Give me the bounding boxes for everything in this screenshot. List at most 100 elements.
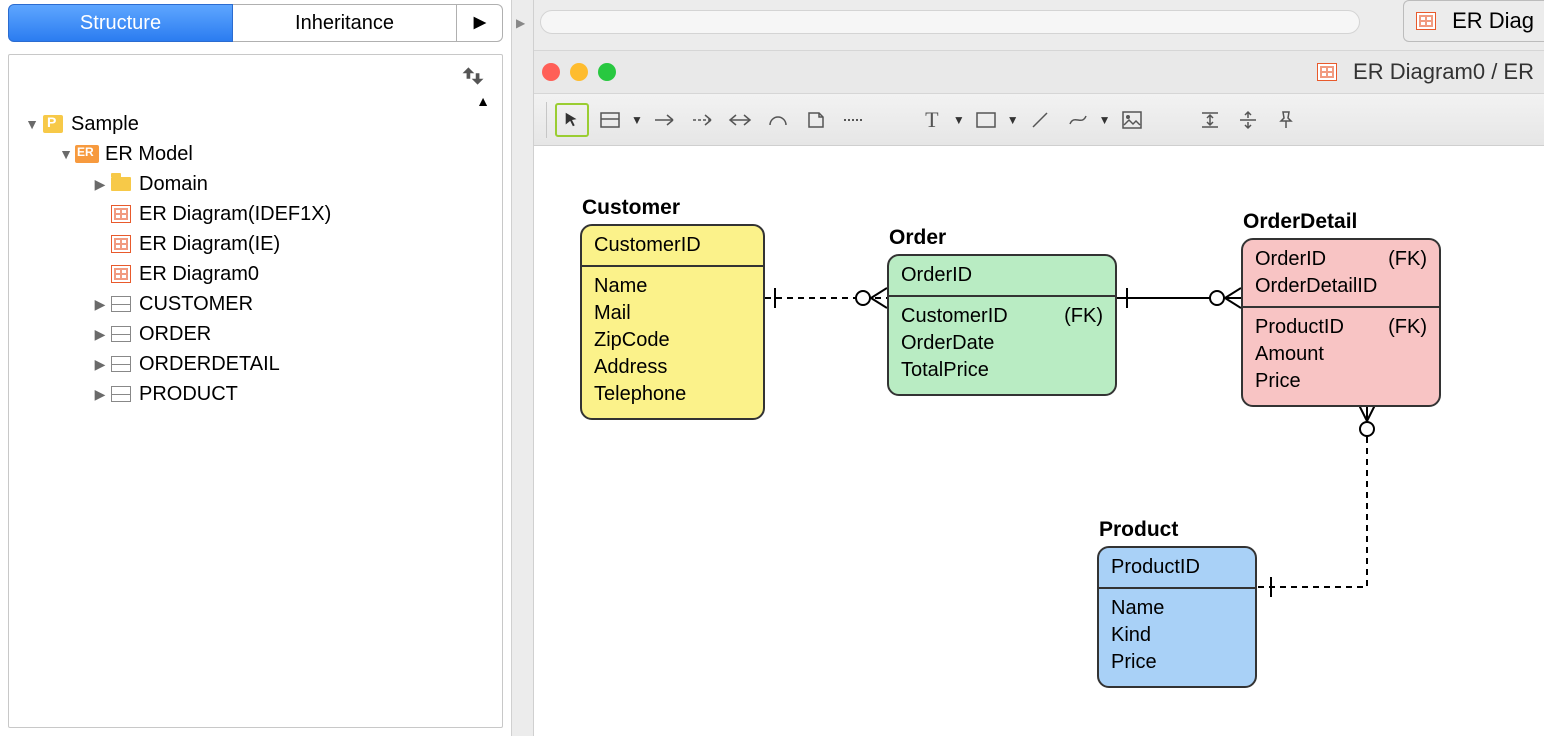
- table-icon: [111, 296, 131, 312]
- diagram-canvas[interactable]: Customer CustomerID Name Mail ZipCode Ad…: [534, 146, 1544, 736]
- entity-pk: OrderID (FK) OrderDetailID: [1243, 240, 1439, 308]
- sidebar-tabs: Structure Inheritance: [8, 4, 503, 42]
- tree-item-product[interactable]: ▶ PRODUCT: [13, 379, 498, 409]
- text-tool-icon: T: [915, 103, 949, 137]
- align-vertical-tool[interactable]: [1193, 103, 1227, 137]
- freehand-tool-group[interactable]: ▼: [1061, 103, 1111, 137]
- entity-attrs: CustomerID(FK) OrderDate TotalPrice: [889, 297, 1115, 394]
- tree-item-customer[interactable]: ▶ CUSTOMER: [13, 289, 498, 319]
- entity-orderdetail[interactable]: OrderDetail OrderID(FK) OrderDetailID Pr…: [1241, 238, 1441, 407]
- subtype-tool[interactable]: [761, 103, 795, 137]
- toolbar: ▼ T ▼ ▼ ▼: [512, 94, 1544, 146]
- folder-icon: [111, 177, 131, 191]
- tree-label: ORDER: [139, 323, 211, 346]
- tree-item-ermodel[interactable]: ▼ ER Model: [13, 139, 498, 169]
- chevron-down-icon: ▼: [631, 113, 643, 127]
- tab-structure[interactable]: Structure: [8, 4, 233, 42]
- attr: OrderID: [901, 262, 972, 289]
- diagram-icon: [1317, 63, 1337, 81]
- identifying-rel-tool[interactable]: [647, 103, 681, 137]
- entity-order[interactable]: Order OrderID CustomerID(FK) OrderDate T…: [887, 254, 1117, 396]
- diagram-icon: [111, 235, 131, 253]
- note-tool[interactable]: [799, 103, 833, 137]
- main: ▶ ER Diag ER Diagram0 / ER ▼: [512, 0, 1544, 736]
- attr: ProductID: [1111, 554, 1200, 581]
- tree-label: Domain: [139, 173, 208, 196]
- tree-item-domain[interactable]: ▶ Domain: [13, 169, 498, 199]
- window-header: ER Diagram0 / ER: [512, 50, 1544, 94]
- text-tool-group[interactable]: T ▼: [915, 103, 965, 137]
- nonidentifying-rel-tool[interactable]: [685, 103, 719, 137]
- minimize-button[interactable]: [570, 63, 588, 81]
- tree-item-orderdetail[interactable]: ▶ ORDERDETAIL: [13, 349, 498, 379]
- separator: [546, 102, 547, 138]
- relation-order-orderdetail[interactable]: [1117, 286, 1241, 310]
- tree-label: ORDERDETAIL: [139, 353, 280, 376]
- rect-tool-group[interactable]: ▼: [969, 103, 1019, 137]
- relation-customer-order[interactable]: [765, 286, 887, 310]
- attr: Kind: [1111, 622, 1151, 649]
- pointer-tool[interactable]: [555, 103, 589, 137]
- diagram-icon: [1416, 12, 1436, 30]
- tree-item-sample[interactable]: ▼ Sample: [13, 109, 498, 139]
- line-tool[interactable]: [1023, 103, 1057, 137]
- diagram-icon: [111, 205, 131, 223]
- table-icon: [111, 386, 131, 402]
- entity-title: Customer: [582, 196, 680, 220]
- table-icon: [111, 356, 131, 372]
- align-center-tool[interactable]: [1231, 103, 1265, 137]
- attr: OrderID: [1255, 246, 1326, 273]
- entity-title: Order: [889, 226, 946, 250]
- entity-attrs: Name Mail ZipCode Address Telephone: [582, 267, 763, 418]
- tree-item-diagram-idef1x[interactable]: ER Diagram(IDEF1X): [13, 199, 498, 229]
- tree-label: ER Diagram0: [139, 263, 259, 286]
- attr: OrderDetailID: [1255, 273, 1377, 300]
- attr: CustomerID: [901, 303, 1008, 330]
- collapse-icon[interactable]: ▲: [476, 93, 490, 109]
- fk-label: (FK): [1388, 246, 1427, 273]
- tree-item-diagram0[interactable]: ER Diagram0: [13, 259, 498, 289]
- chevron-down-icon: ▼: [953, 113, 965, 127]
- entity-title: OrderDetail: [1243, 210, 1357, 234]
- attr: Price: [1255, 368, 1301, 395]
- entity-tool-icon: [593, 103, 627, 137]
- entity-customer[interactable]: Customer CustomerID Name Mail ZipCode Ad…: [580, 224, 765, 420]
- tab-inheritance[interactable]: Inheritance: [233, 4, 457, 42]
- attr: Mail: [594, 300, 631, 327]
- attr: CustomerID: [594, 232, 701, 259]
- chevron-right-icon: ▶: [91, 386, 109, 403]
- tree-label: Sample: [71, 113, 139, 136]
- tree-label: ER Model: [105, 143, 193, 166]
- gutter[interactable]: ▶: [512, 0, 534, 736]
- tab-more-menu[interactable]: [457, 4, 503, 42]
- chevron-down-icon: ▼: [1007, 113, 1019, 127]
- attr: TotalPrice: [901, 357, 989, 384]
- entity-tool-group[interactable]: ▼: [593, 103, 643, 137]
- swap-icon[interactable]: [462, 65, 484, 92]
- attr: Name: [1111, 595, 1164, 622]
- relation-product-orderdetail[interactable]: [1257, 401, 1387, 601]
- chevron-right-icon: ▶: [91, 296, 109, 313]
- window-title: ER Diagram0 / ER: [1315, 59, 1534, 85]
- tree-label: ER Diagram(IDEF1X): [139, 203, 331, 226]
- maximize-button[interactable]: [598, 63, 616, 81]
- tree-item-diagram-ie[interactable]: ER Diagram(IE): [13, 229, 498, 259]
- entity-pk: OrderID: [889, 256, 1115, 297]
- dotted-line-tool[interactable]: [837, 103, 871, 137]
- attr: Name: [594, 273, 647, 300]
- attr: ProductID: [1255, 314, 1344, 341]
- many-many-rel-tool[interactable]: [723, 103, 757, 137]
- entity-product[interactable]: Product ProductID Name Kind Price: [1097, 546, 1257, 688]
- close-button[interactable]: [542, 63, 560, 81]
- document-tab[interactable]: ER Diag: [1403, 0, 1544, 42]
- table-icon: [111, 326, 131, 342]
- freehand-tool-icon: [1061, 103, 1095, 137]
- image-tool[interactable]: [1115, 103, 1149, 137]
- tree-label: ER Diagram(IE): [139, 233, 280, 256]
- horizontal-scrollbar[interactable]: [540, 10, 1360, 34]
- diagram-icon: [111, 265, 131, 283]
- pin-tool[interactable]: [1269, 103, 1303, 137]
- tree-item-order[interactable]: ▶ ORDER: [13, 319, 498, 349]
- attr: Amount: [1255, 341, 1324, 368]
- tree-label: PRODUCT: [139, 383, 238, 406]
